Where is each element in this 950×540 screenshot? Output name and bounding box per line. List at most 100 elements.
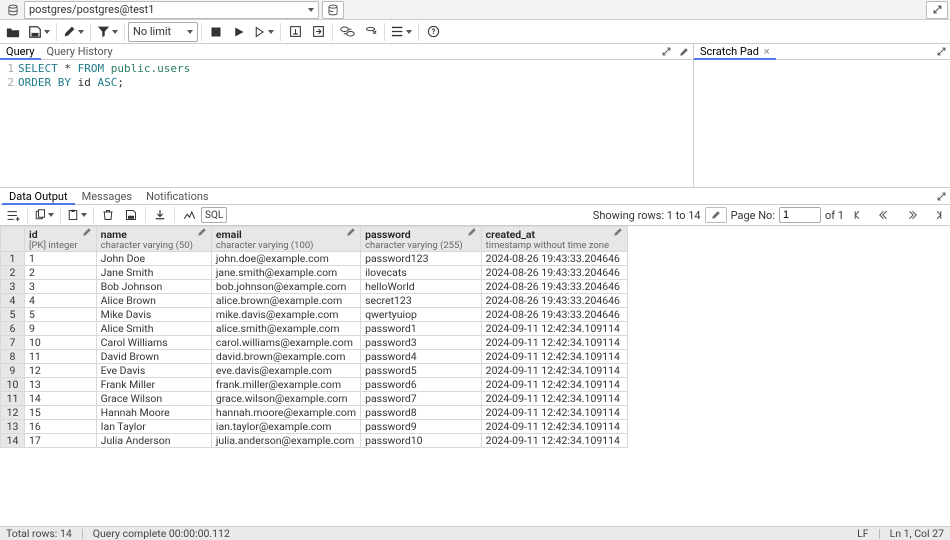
scratch-body[interactable] bbox=[694, 60, 950, 187]
cell[interactable]: 2024-09-11 12:42:34.109114 bbox=[481, 364, 627, 378]
graph-view-button[interactable] bbox=[178, 204, 200, 226]
table-row[interactable]: 1215Hannah Moorehannah.moore@example.com… bbox=[1, 406, 628, 420]
table-row[interactable]: 1114Grace Wilsongrace.wilson@example.com… bbox=[1, 392, 628, 406]
pencil-icon[interactable] bbox=[197, 227, 207, 237]
column-header-created_at[interactable]: created_attimestamp without time zone bbox=[481, 227, 627, 252]
cell[interactable]: password4 bbox=[361, 350, 482, 364]
column-header-email[interactable]: emailcharacter varying (100) bbox=[211, 227, 360, 252]
cell[interactable]: Bob Johnson bbox=[96, 280, 211, 294]
results-grid-container[interactable]: id[PK] integernamecharacter varying (50)… bbox=[0, 226, 950, 534]
cell[interactable]: password3 bbox=[361, 336, 482, 350]
cell[interactable]: 2024-09-11 12:42:34.109114 bbox=[481, 350, 627, 364]
table-row[interactable]: 1013Frank Millerfrank.miller@example.com… bbox=[1, 378, 628, 392]
tab-data-output[interactable]: Data Output bbox=[2, 188, 75, 205]
cell[interactable]: john.doe@example.com bbox=[211, 252, 360, 266]
cell[interactable]: 2 bbox=[25, 266, 97, 280]
tab-scratch[interactable]: Scratch Pad × bbox=[694, 44, 776, 60]
cell[interactable]: password123 bbox=[361, 252, 482, 266]
cell[interactable]: John Doe bbox=[96, 252, 211, 266]
cell[interactable]: 2024-08-26 19:43:33.204646 bbox=[481, 252, 627, 266]
auto-commit-button[interactable] bbox=[336, 21, 358, 43]
table-row[interactable]: 912Eve Daviseve.davis@example.compasswor… bbox=[1, 364, 628, 378]
commit-button[interactable] bbox=[284, 21, 306, 43]
page-number-input[interactable] bbox=[779, 207, 821, 223]
delete-row-button[interactable] bbox=[97, 204, 119, 226]
rollback-button[interactable] bbox=[307, 21, 329, 43]
close-icon[interactable]: × bbox=[761, 45, 770, 58]
connection-settings-button[interactable] bbox=[322, 1, 344, 19]
cell[interactable]: 2024-08-26 19:43:33.204646 bbox=[481, 308, 627, 322]
cell[interactable]: 2024-09-11 12:42:34.109114 bbox=[481, 406, 627, 420]
cell[interactable]: 10 bbox=[25, 336, 97, 350]
next-page-button[interactable] bbox=[900, 207, 922, 223]
cell[interactable]: password8 bbox=[361, 406, 482, 420]
cell[interactable]: helloWorld bbox=[361, 280, 482, 294]
tab-query-history[interactable]: Query History bbox=[41, 44, 119, 59]
cell[interactable]: 11 bbox=[25, 350, 97, 364]
row-limit-select[interactable]: No limit bbox=[128, 22, 198, 42]
cell[interactable]: 9 bbox=[25, 322, 97, 336]
cell[interactable]: 4 bbox=[25, 294, 97, 308]
cell[interactable]: Hannah Moore bbox=[96, 406, 211, 420]
first-page-button[interactable] bbox=[848, 207, 870, 223]
cell[interactable]: grace.wilson@example.com bbox=[211, 392, 360, 406]
save-button[interactable] bbox=[25, 21, 53, 43]
copy-button[interactable] bbox=[31, 204, 57, 226]
cell[interactable]: david.brown@example.com bbox=[211, 350, 360, 364]
save-data-button[interactable] bbox=[120, 204, 142, 226]
cell[interactable]: frank.miller@example.com bbox=[211, 378, 360, 392]
cell[interactable]: 14 bbox=[25, 392, 97, 406]
cell[interactable]: password10 bbox=[361, 434, 482, 448]
table-row[interactable]: 55Mike Davismike.davis@example.comqwerty… bbox=[1, 308, 628, 322]
cell[interactable]: 2024-08-26 19:43:33.204646 bbox=[481, 266, 627, 280]
cell[interactable]: mike.davis@example.com bbox=[211, 308, 360, 322]
column-header-name[interactable]: namecharacter varying (50) bbox=[96, 227, 211, 252]
cell[interactable]: password1 bbox=[361, 322, 482, 336]
paste-button[interactable] bbox=[64, 204, 90, 226]
cell[interactable]: alice.smith@example.com bbox=[211, 322, 360, 336]
cell[interactable]: 17 bbox=[25, 434, 97, 448]
cell[interactable]: 2024-09-11 12:42:34.109114 bbox=[481, 336, 627, 350]
table-row[interactable]: 22Jane Smithjane.smith@example.comilovec… bbox=[1, 266, 628, 280]
cell[interactable]: Mike Davis bbox=[96, 308, 211, 322]
connection-select[interactable]: postgres/postgres@test1 bbox=[24, 1, 319, 19]
table-row[interactable]: 33Bob Johnsonbob.johnson@example.comhell… bbox=[1, 280, 628, 294]
cell[interactable]: carol.williams@example.com bbox=[211, 336, 360, 350]
prev-page-button[interactable] bbox=[874, 207, 896, 223]
column-header-password[interactable]: passwordcharacter varying (255) bbox=[361, 227, 482, 252]
pencil-icon[interactable] bbox=[346, 227, 356, 237]
tab-notifications[interactable]: Notifications bbox=[139, 188, 216, 204]
cell[interactable]: bob.johnson@example.com bbox=[211, 280, 360, 294]
cell[interactable]: alice.brown@example.com bbox=[211, 294, 360, 308]
pencil-icon[interactable] bbox=[82, 227, 92, 237]
cell[interactable]: Carol Williams bbox=[96, 336, 211, 350]
cell[interactable]: password5 bbox=[361, 364, 482, 378]
cell[interactable]: David Brown bbox=[96, 350, 211, 364]
download-button[interactable] bbox=[149, 204, 171, 226]
cell[interactable]: Eve Davis bbox=[96, 364, 211, 378]
cell[interactable]: 2024-09-11 12:42:34.109114 bbox=[481, 434, 627, 448]
cell[interactable]: 15 bbox=[25, 406, 97, 420]
maximize-query-icon[interactable] bbox=[657, 44, 675, 59]
column-header-id[interactable]: id[PK] integer bbox=[25, 227, 97, 252]
pencil-icon[interactable] bbox=[467, 227, 477, 237]
edit-button[interactable] bbox=[60, 21, 87, 43]
table-row[interactable]: 44Alice Brownalice.brown@example.comsecr… bbox=[1, 294, 628, 308]
open-new-window-button[interactable] bbox=[926, 1, 948, 19]
cell[interactable]: Frank Miller bbox=[96, 378, 211, 392]
cell[interactable]: 2024-08-26 19:43:33.204646 bbox=[481, 294, 627, 308]
sql-view-button[interactable]: SQL bbox=[201, 207, 227, 223]
execute-button[interactable] bbox=[228, 21, 250, 43]
cell[interactable]: Grace Wilson bbox=[96, 392, 211, 406]
cell[interactable]: julia.anderson@example.com bbox=[211, 434, 360, 448]
cell[interactable]: jane.smith@example.com bbox=[211, 266, 360, 280]
cell[interactable]: ian.taylor@example.com bbox=[211, 420, 360, 434]
cell[interactable]: 2024-08-26 19:43:33.204646 bbox=[481, 280, 627, 294]
cell[interactable]: 12 bbox=[25, 364, 97, 378]
last-page-button[interactable] bbox=[926, 207, 948, 223]
cell[interactable]: 3 bbox=[25, 280, 97, 294]
cancel-transaction-button[interactable] bbox=[359, 21, 381, 43]
pencil-icon[interactable] bbox=[613, 227, 623, 237]
cell[interactable]: password9 bbox=[361, 420, 482, 434]
tab-query[interactable]: Query bbox=[0, 44, 41, 60]
